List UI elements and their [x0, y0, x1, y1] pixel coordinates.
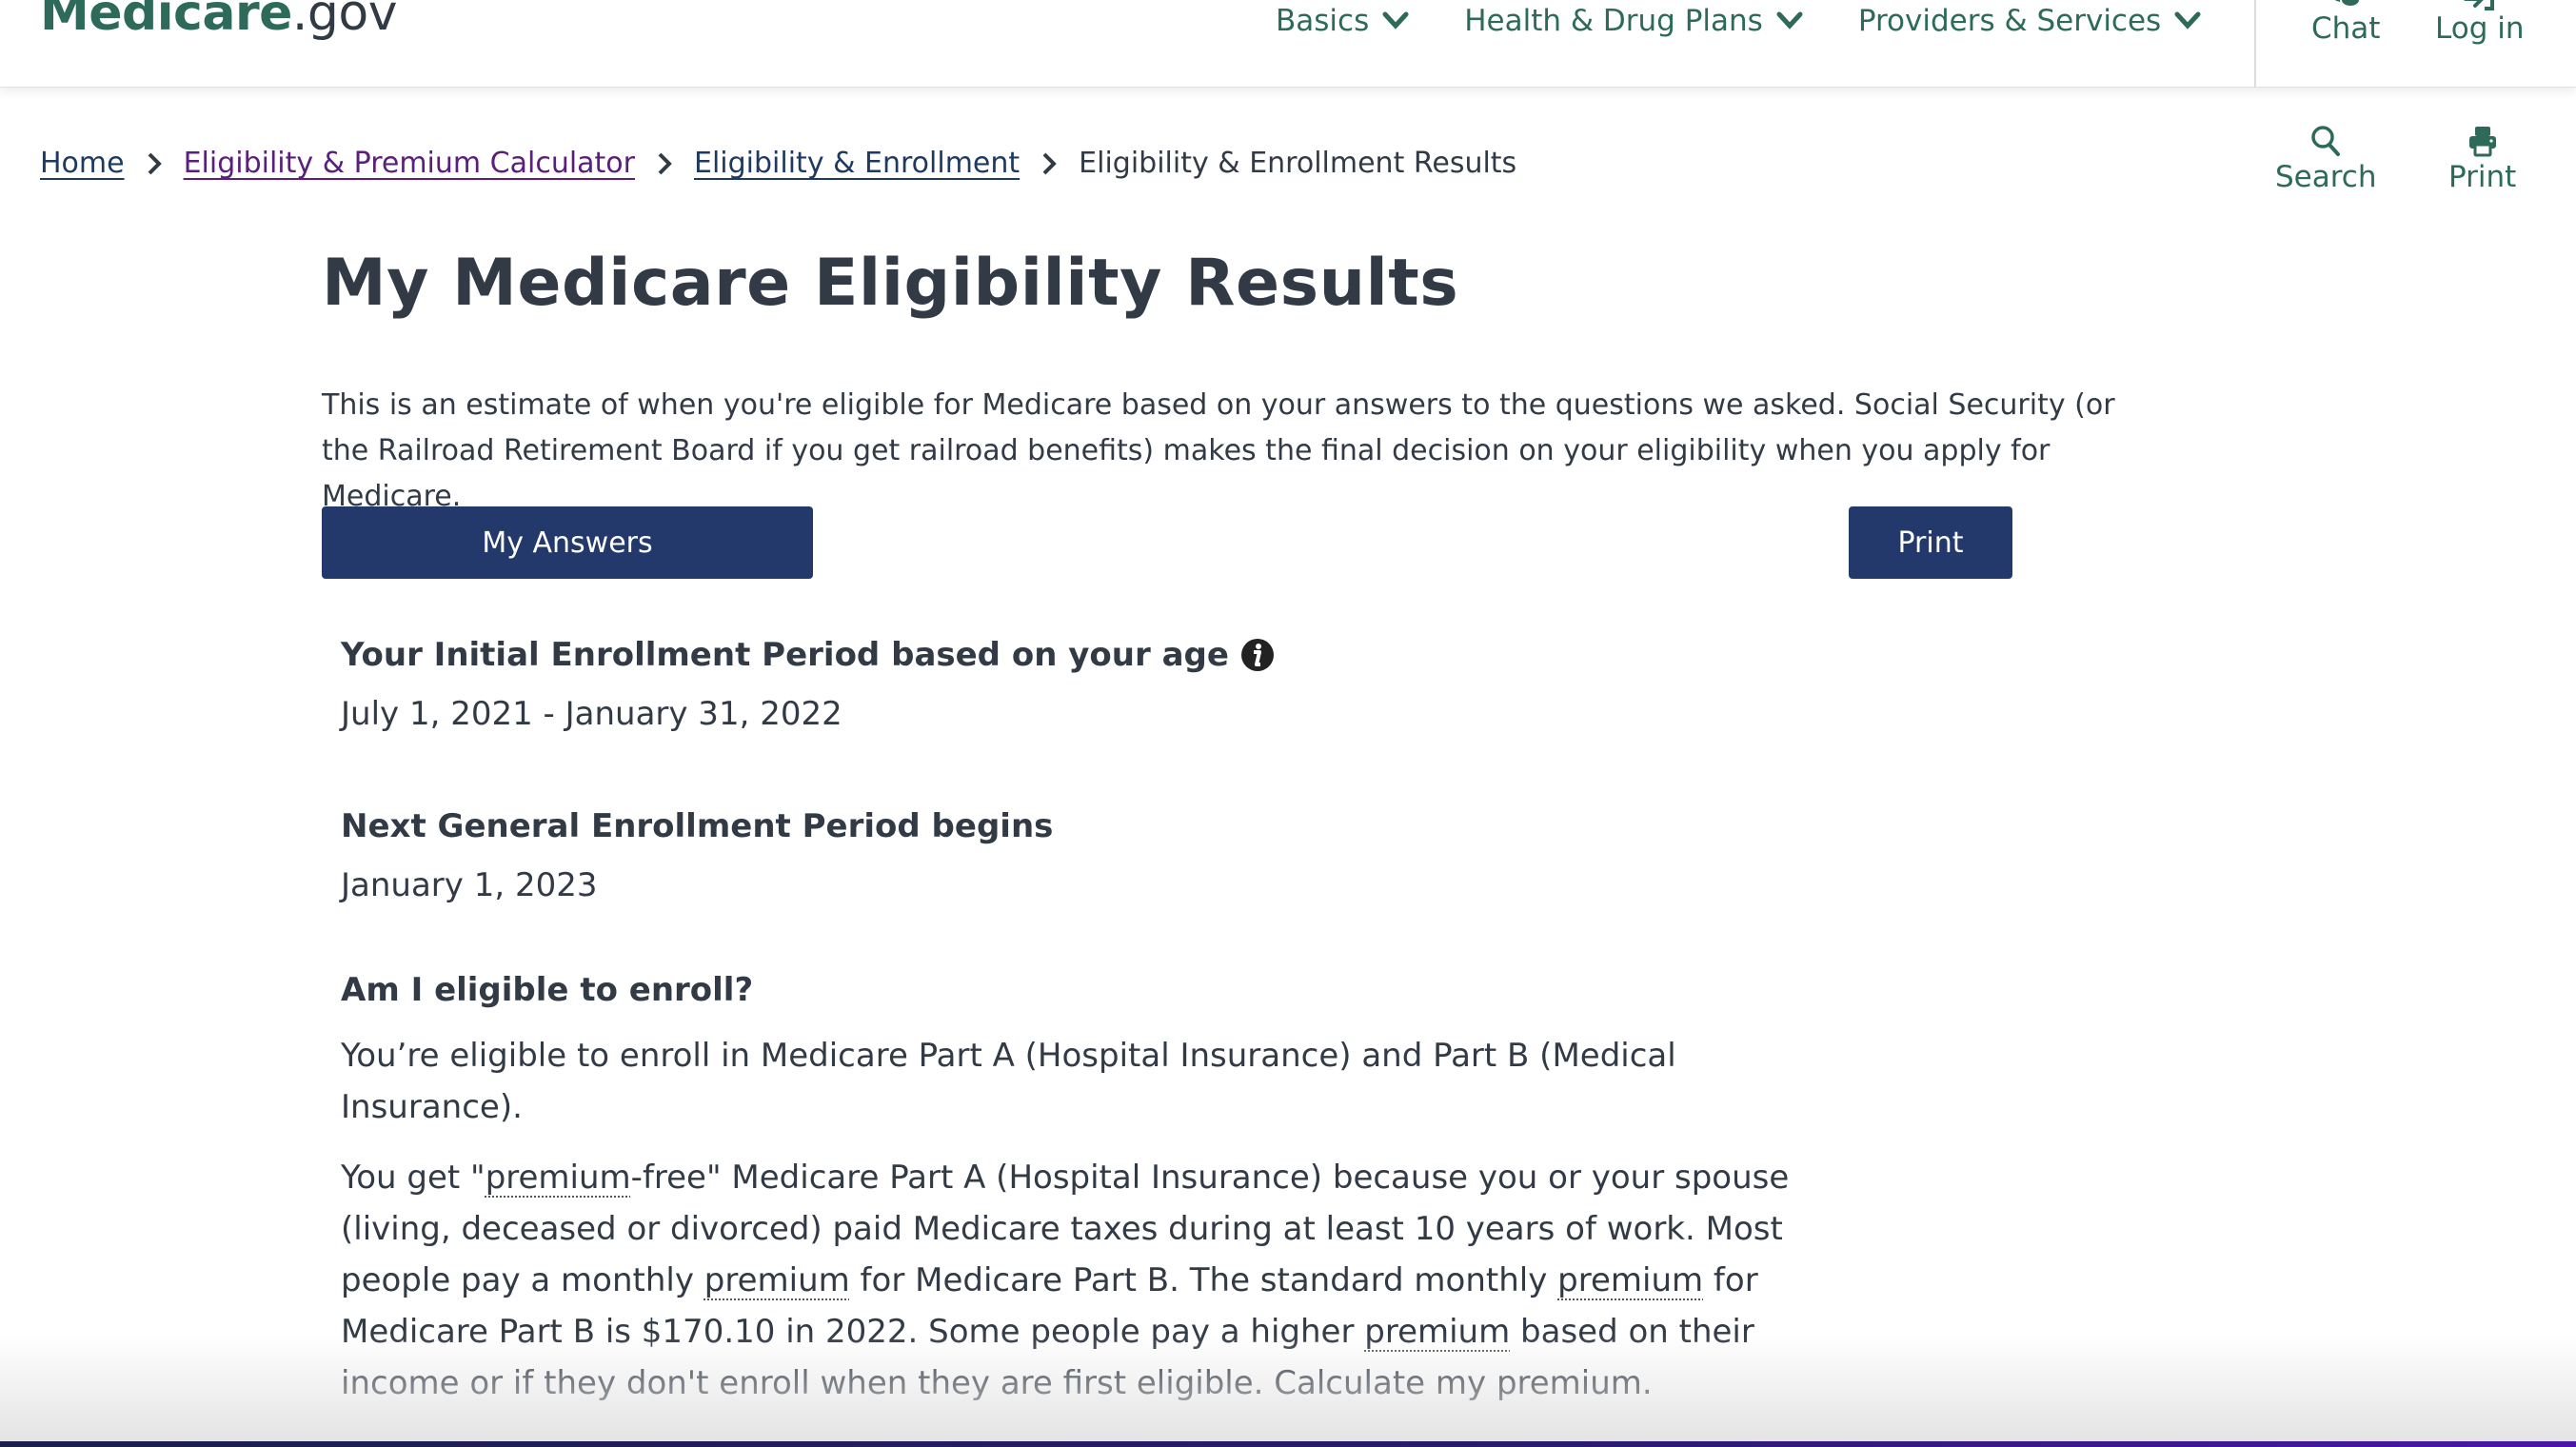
premium-term-link[interactable]: premium: [485, 1159, 631, 1197]
eligibility-section: Am I eligible to enroll?: [341, 971, 753, 1009]
search-tool-button[interactable]: Search: [2275, 124, 2377, 194]
site-header: Medicare.gov Basics Health & Drug Plans …: [0, 0, 2576, 88]
initial-enrollment-section: Your Initial Enrollment Period based on …: [341, 636, 1275, 733]
page-title: My Medicare Eligibility Results: [322, 246, 1459, 321]
nav-providers-services-label: Providers & Services: [1857, 4, 2162, 38]
premium-paragraph: You get "premium-free" Medicare Part A (…: [341, 1152, 1807, 1409]
main-nav: Basics Health & Drug Plans Providers & S…: [1276, 4, 2201, 38]
initial-enrollment-dates: July 1, 2021 - January 31, 2022: [341, 695, 842, 733]
print-button[interactable]: Print: [1849, 506, 2012, 579]
info-icon[interactable]: [1240, 638, 1275, 672]
nav-providers-services[interactable]: Providers & Services: [1858, 4, 2201, 38]
print-tool-button[interactable]: Print: [2448, 124, 2516, 194]
chevron-right-icon: [1042, 152, 1058, 174]
premium-term-link[interactable]: premium: [1557, 1261, 1703, 1299]
chat-bubbles-icon: [2334, 0, 2362, 8]
chat-button[interactable]: Chat: [2311, 0, 2380, 46]
chevron-down-icon: [1382, 11, 1409, 30]
chevron-down-icon: [1776, 11, 1803, 30]
breadcrumb-premium-calculator[interactable]: Eligibility & Premium Calculator: [184, 147, 635, 180]
premium-text: for Medicare Part B. The standard monthl…: [849, 1261, 1558, 1299]
printer-icon: [2468, 127, 2496, 157]
premium-term-link[interactable]: premium: [1364, 1313, 1510, 1351]
nav-health-drug-plans-label: Health & Drug Plans: [1464, 4, 1763, 38]
login-button[interactable]: Log in: [2435, 0, 2524, 46]
nav-health-drug-plans[interactable]: Health & Drug Plans: [1464, 4, 1803, 38]
print-tool-label: Print: [2448, 160, 2517, 194]
search-tool-label: Search: [2275, 160, 2377, 194]
general-enrollment-date: January 1, 2023: [341, 866, 598, 904]
premium-term-link[interactable]: premium: [704, 1261, 850, 1299]
initial-enrollment-heading: Your Initial Enrollment Period based on …: [341, 636, 1229, 674]
breadcrumb-home[interactable]: Home: [40, 147, 125, 180]
chevron-right-icon: [658, 152, 672, 174]
general-enrollment-section: Next General Enrollment Period begins Ja…: [341, 807, 1053, 904]
header-divider: [2254, 0, 2256, 88]
nav-basics[interactable]: Basics: [1276, 4, 1409, 38]
chat-label: Chat: [2311, 11, 2381, 46]
premium-text: You get ": [341, 1159, 485, 1197]
intro-text: This is an estimate of when you're eligi…: [322, 388, 2115, 513]
general-enrollment-heading: Next General Enrollment Period begins: [341, 807, 1054, 845]
breadcrumb-eligibility-enrollment[interactable]: Eligibility & Enrollment: [694, 147, 1020, 180]
chevron-right-icon: [148, 152, 162, 174]
chevron-down-icon: [2174, 11, 2201, 30]
logo-tld: .gov: [291, 0, 398, 42]
breadcrumb-current: Eligibility & Enrollment Results: [1079, 147, 1517, 180]
my-answers-button[interactable]: My Answers: [322, 506, 813, 579]
nav-basics-label: Basics: [1276, 4, 1370, 38]
login-label: Log in: [2435, 11, 2525, 46]
window-bottom-bar: [0, 1441, 2576, 1447]
logo-brand: Medicare: [40, 0, 292, 42]
breadcrumb: Home Eligibility & Premium Calculator El…: [40, 147, 1516, 180]
login-arrow-icon: [2464, 0, 2494, 10]
initial-enrollment-heading-row: Your Initial Enrollment Period based on …: [341, 636, 1275, 674]
medicare-logo[interactable]: Medicare.gov: [40, 0, 398, 38]
search-icon: [2311, 126, 2341, 156]
eligibility-heading: Am I eligible to enroll?: [341, 971, 754, 1009]
eligibility-paragraph: You’re eligible to enroll in Medicare Pa…: [341, 1037, 1676, 1126]
